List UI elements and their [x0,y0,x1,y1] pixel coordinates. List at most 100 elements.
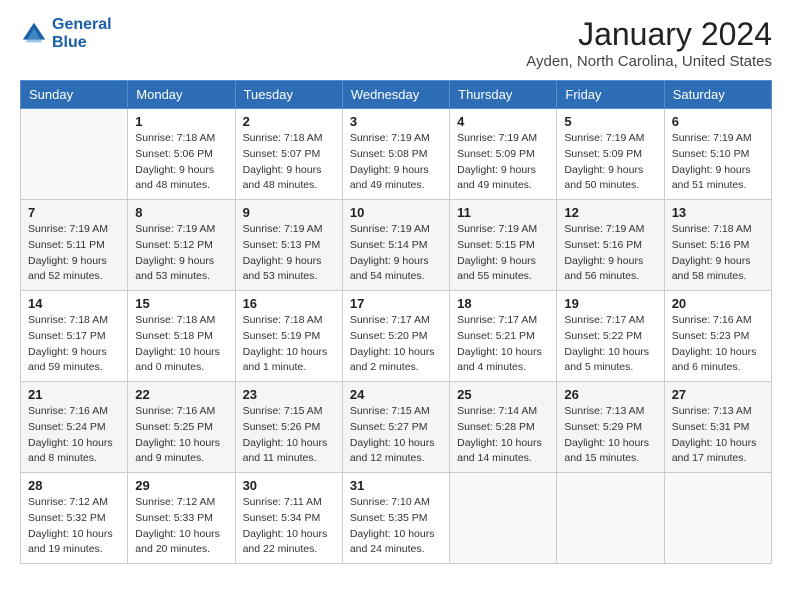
day-detail: Sunrise: 7:19 AMSunset: 5:09 PMDaylight:… [457,132,537,191]
day-number: 26 [564,387,656,402]
day-number: 18 [457,296,549,311]
calendar-cell: 10 Sunrise: 7:19 AMSunset: 5:14 PMDaylig… [342,200,449,291]
day-number: 1 [135,114,227,129]
logo-icon [20,20,48,48]
day-number: 16 [243,296,335,311]
day-number: 9 [243,205,335,220]
calendar-cell: 21 Sunrise: 7:16 AMSunset: 5:24 PMDaylig… [21,382,128,473]
day-number: 30 [243,478,335,493]
day-detail: Sunrise: 7:18 AMSunset: 5:06 PMDaylight:… [135,132,215,191]
day-detail: Sunrise: 7:12 AMSunset: 5:33 PMDaylight:… [135,496,220,555]
calendar-cell [664,473,771,564]
month-title: January 2024 [526,16,772,53]
calendar-cell: 4 Sunrise: 7:19 AMSunset: 5:09 PMDayligh… [450,109,557,200]
weekday-header-monday: Monday [128,81,235,109]
day-number: 24 [350,387,442,402]
day-number: 31 [350,478,442,493]
calendar-cell: 16 Sunrise: 7:18 AMSunset: 5:19 PMDaylig… [235,291,342,382]
day-number: 27 [672,387,764,402]
calendar-cell [21,109,128,200]
weekday-header-thursday: Thursday [450,81,557,109]
calendar-cell: 29 Sunrise: 7:12 AMSunset: 5:33 PMDaylig… [128,473,235,564]
weekday-header-wednesday: Wednesday [342,81,449,109]
day-detail: Sunrise: 7:10 AMSunset: 5:35 PMDaylight:… [350,496,435,555]
calendar-cell: 19 Sunrise: 7:17 AMSunset: 5:22 PMDaylig… [557,291,664,382]
day-number: 12 [564,205,656,220]
calendar-table: SundayMondayTuesdayWednesdayThursdayFrid… [20,80,772,564]
day-detail: Sunrise: 7:19 AMSunset: 5:11 PMDaylight:… [28,223,108,282]
calendar-week-1: 1 Sunrise: 7:18 AMSunset: 5:06 PMDayligh… [21,109,772,200]
day-number: 21 [28,387,120,402]
day-detail: Sunrise: 7:13 AMSunset: 5:31 PMDaylight:… [672,405,757,464]
logo: General Blue [20,16,112,52]
calendar-cell: 12 Sunrise: 7:19 AMSunset: 5:16 PMDaylig… [557,200,664,291]
logo-text: General Blue [52,16,112,52]
day-number: 23 [243,387,335,402]
calendar-cell: 28 Sunrise: 7:12 AMSunset: 5:32 PMDaylig… [21,473,128,564]
day-detail: Sunrise: 7:15 AMSunset: 5:26 PMDaylight:… [243,405,328,464]
calendar-week-5: 28 Sunrise: 7:12 AMSunset: 5:32 PMDaylig… [21,473,772,564]
day-number: 11 [457,205,549,220]
day-detail: Sunrise: 7:18 AMSunset: 5:17 PMDaylight:… [28,314,108,373]
day-number: 4 [457,114,549,129]
calendar-cell: 7 Sunrise: 7:19 AMSunset: 5:11 PMDayligh… [21,200,128,291]
calendar-cell: 1 Sunrise: 7:18 AMSunset: 5:06 PMDayligh… [128,109,235,200]
calendar-cell: 30 Sunrise: 7:11 AMSunset: 5:34 PMDaylig… [235,473,342,564]
day-number: 7 [28,205,120,220]
day-number: 13 [672,205,764,220]
day-detail: Sunrise: 7:19 AMSunset: 5:08 PMDaylight:… [350,132,430,191]
day-detail: Sunrise: 7:14 AMSunset: 5:28 PMDaylight:… [457,405,542,464]
calendar-cell: 27 Sunrise: 7:13 AMSunset: 5:31 PMDaylig… [664,382,771,473]
day-number: 25 [457,387,549,402]
weekday-header-friday: Friday [557,81,664,109]
calendar-week-2: 7 Sunrise: 7:19 AMSunset: 5:11 PMDayligh… [21,200,772,291]
calendar-cell: 3 Sunrise: 7:19 AMSunset: 5:08 PMDayligh… [342,109,449,200]
calendar-cell: 22 Sunrise: 7:16 AMSunset: 5:25 PMDaylig… [128,382,235,473]
day-detail: Sunrise: 7:18 AMSunset: 5:07 PMDaylight:… [243,132,323,191]
day-detail: Sunrise: 7:18 AMSunset: 5:18 PMDaylight:… [135,314,220,373]
day-detail: Sunrise: 7:19 AMSunset: 5:15 PMDaylight:… [457,223,537,282]
day-detail: Sunrise: 7:19 AMSunset: 5:14 PMDaylight:… [350,223,430,282]
day-detail: Sunrise: 7:16 AMSunset: 5:24 PMDaylight:… [28,405,113,464]
calendar-cell: 18 Sunrise: 7:17 AMSunset: 5:21 PMDaylig… [450,291,557,382]
day-number: 28 [28,478,120,493]
day-detail: Sunrise: 7:18 AMSunset: 5:16 PMDaylight:… [672,223,752,282]
location: Ayden, North Carolina, United States [526,53,772,70]
weekday-header-tuesday: Tuesday [235,81,342,109]
day-detail: Sunrise: 7:19 AMSunset: 5:16 PMDaylight:… [564,223,644,282]
weekday-header-sunday: Sunday [21,81,128,109]
calendar-cell: 23 Sunrise: 7:15 AMSunset: 5:26 PMDaylig… [235,382,342,473]
calendar-cell: 11 Sunrise: 7:19 AMSunset: 5:15 PMDaylig… [450,200,557,291]
day-detail: Sunrise: 7:17 AMSunset: 5:20 PMDaylight:… [350,314,435,373]
calendar-cell [450,473,557,564]
day-number: 10 [350,205,442,220]
calendar-cell: 5 Sunrise: 7:19 AMSunset: 5:09 PMDayligh… [557,109,664,200]
day-detail: Sunrise: 7:13 AMSunset: 5:29 PMDaylight:… [564,405,649,464]
weekday-header-saturday: Saturday [664,81,771,109]
day-detail: Sunrise: 7:19 AMSunset: 5:10 PMDaylight:… [672,132,752,191]
calendar-week-3: 14 Sunrise: 7:18 AMSunset: 5:17 PMDaylig… [21,291,772,382]
day-number: 15 [135,296,227,311]
day-number: 19 [564,296,656,311]
day-detail: Sunrise: 7:16 AMSunset: 5:25 PMDaylight:… [135,405,220,464]
day-detail: Sunrise: 7:19 AMSunset: 5:13 PMDaylight:… [243,223,323,282]
day-detail: Sunrise: 7:12 AMSunset: 5:32 PMDaylight:… [28,496,113,555]
day-number: 29 [135,478,227,493]
day-number: 8 [135,205,227,220]
day-number: 22 [135,387,227,402]
calendar-cell: 17 Sunrise: 7:17 AMSunset: 5:20 PMDaylig… [342,291,449,382]
calendar-cell: 31 Sunrise: 7:10 AMSunset: 5:35 PMDaylig… [342,473,449,564]
day-number: 3 [350,114,442,129]
title-block: January 2024 Ayden, North Carolina, Unit… [526,16,772,70]
calendar-cell: 2 Sunrise: 7:18 AMSunset: 5:07 PMDayligh… [235,109,342,200]
calendar-cell: 15 Sunrise: 7:18 AMSunset: 5:18 PMDaylig… [128,291,235,382]
day-number: 14 [28,296,120,311]
calendar-cell: 6 Sunrise: 7:19 AMSunset: 5:10 PMDayligh… [664,109,771,200]
day-detail: Sunrise: 7:15 AMSunset: 5:27 PMDaylight:… [350,405,435,464]
day-detail: Sunrise: 7:16 AMSunset: 5:23 PMDaylight:… [672,314,757,373]
day-number: 17 [350,296,442,311]
calendar-cell: 9 Sunrise: 7:19 AMSunset: 5:13 PMDayligh… [235,200,342,291]
calendar-cell: 13 Sunrise: 7:18 AMSunset: 5:16 PMDaylig… [664,200,771,291]
day-detail: Sunrise: 7:19 AMSunset: 5:09 PMDaylight:… [564,132,644,191]
calendar-cell: 24 Sunrise: 7:15 AMSunset: 5:27 PMDaylig… [342,382,449,473]
